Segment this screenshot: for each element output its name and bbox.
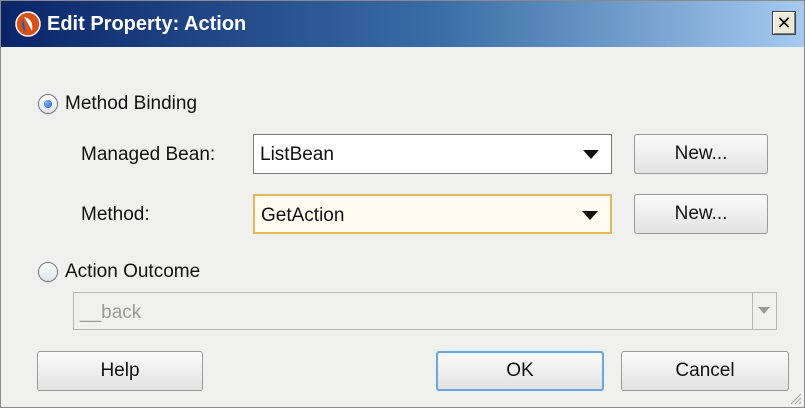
new-method-button[interactable]: New... bbox=[634, 194, 768, 234]
edit-property-dialog: Edit Property: Action ✕ Method Binding M… bbox=[0, 0, 805, 408]
oracle-jdev-icon bbox=[15, 11, 41, 37]
dialog-title: Edit Property: Action bbox=[47, 13, 247, 35]
dropdown-button[interactable] bbox=[752, 293, 776, 329]
radio-selected-dot bbox=[44, 100, 52, 108]
cancel-button[interactable]: Cancel bbox=[621, 351, 789, 391]
method-label: Method: bbox=[81, 204, 150, 225]
chevron-down-icon bbox=[758, 307, 770, 314]
help-button[interactable]: Help bbox=[37, 351, 203, 391]
chevron-down-icon bbox=[582, 211, 598, 220]
new-managed-bean-label: New... bbox=[674, 143, 728, 164]
cancel-button-label: Cancel bbox=[675, 360, 735, 381]
close-button[interactable]: ✕ bbox=[772, 11, 796, 35]
chevron-down-icon bbox=[583, 150, 599, 159]
close-icon: ✕ bbox=[776, 13, 792, 33]
managed-bean-value: ListBean bbox=[260, 144, 334, 165]
managed-bean-label: Managed Bean: bbox=[81, 144, 216, 165]
help-button-label: Help bbox=[100, 360, 140, 381]
action-outcome-label[interactable]: Action Outcome bbox=[65, 260, 200, 284]
method-value: GetAction bbox=[261, 205, 345, 226]
method-binding-radio[interactable] bbox=[38, 94, 58, 114]
method-select[interactable]: GetAction bbox=[253, 194, 612, 234]
managed-bean-select[interactable]: ListBean bbox=[253, 134, 612, 174]
action-outcome-select[interactable]: __back bbox=[73, 292, 777, 330]
title-bar[interactable]: Edit Property: Action ✕ bbox=[1, 1, 804, 47]
method-binding-label[interactable]: Method Binding bbox=[65, 92, 197, 116]
ok-button-label: OK bbox=[506, 360, 534, 381]
new-method-label: New... bbox=[674, 203, 728, 224]
action-outcome-value: __back bbox=[80, 302, 142, 323]
ok-button[interactable]: OK bbox=[436, 351, 604, 391]
action-outcome-radio[interactable] bbox=[38, 262, 58, 282]
resize-grip-icon[interactable] bbox=[786, 389, 802, 405]
new-managed-bean-button[interactable]: New... bbox=[634, 134, 768, 174]
